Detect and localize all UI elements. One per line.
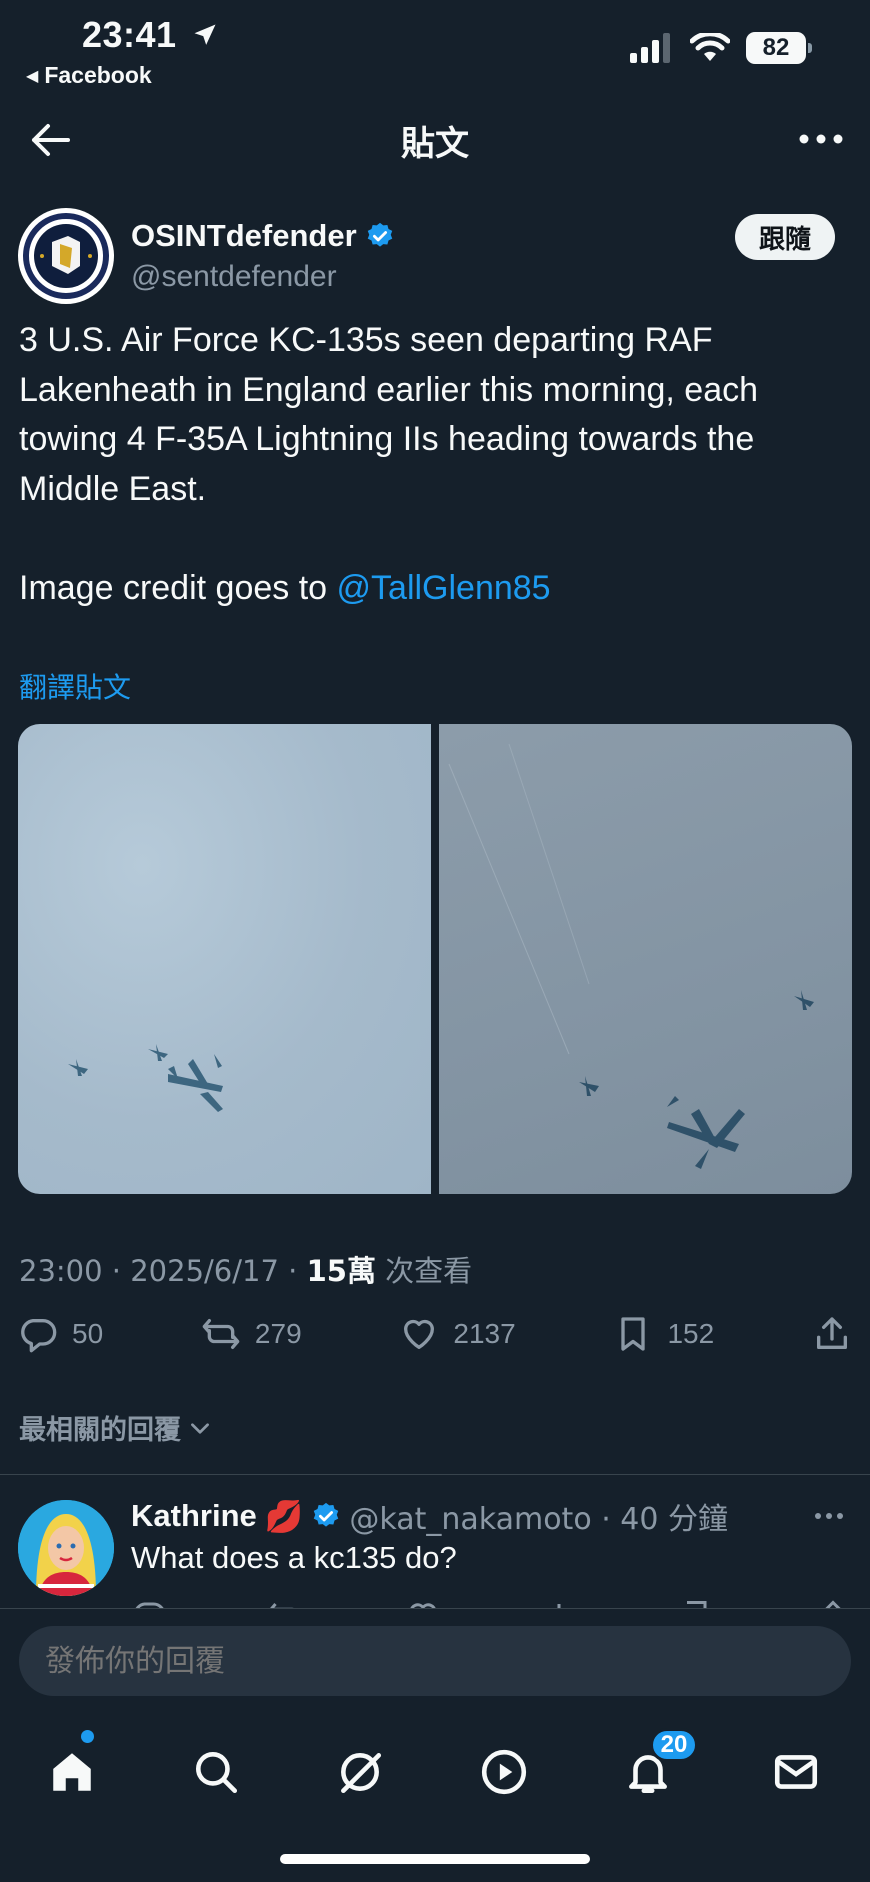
aircraft-silhouettes bbox=[68, 1044, 223, 1112]
views-count: 15萬 bbox=[306, 1254, 376, 1288]
reply-handle-text: @kat_nakamoto bbox=[349, 1502, 592, 1537]
page-title: 貼文 bbox=[401, 125, 469, 163]
verified-icon bbox=[367, 222, 392, 247]
author-name[interactable]: OSINTdefender bbox=[131, 218, 395, 254]
battery-indicator: 82 bbox=[746, 32, 812, 64]
wifi-icon bbox=[690, 33, 730, 61]
aircraft-silhouettes bbox=[448, 743, 814, 1169]
battery-level: 82 bbox=[762, 34, 790, 61]
repost-count: 279 bbox=[254, 1318, 302, 1349]
tab-home[interactable] bbox=[36, 1736, 108, 1808]
tab-messages[interactable] bbox=[760, 1736, 832, 1808]
signal-icon bbox=[630, 33, 670, 63]
reply-sort-label: 最相關的回覆 bbox=[19, 1415, 181, 1446]
status-icons: 82 bbox=[630, 32, 812, 64]
notifications-badge: 20 bbox=[650, 1728, 698, 1762]
media-photo-2[interactable] bbox=[439, 724, 852, 1194]
reply-sort-dropdown[interactable]: 最相關的回覆 bbox=[19, 1408, 213, 1447]
credit-prefix: Image credit goes to bbox=[19, 569, 337, 607]
share-icon bbox=[816, 1317, 847, 1349]
reply-text: What does a kc135 do? bbox=[131, 1540, 457, 1575]
reply-author-emoji: 💋 bbox=[264, 1498, 304, 1534]
reply-avatar[interactable] bbox=[18, 1500, 114, 1596]
reply-avatar-illustration bbox=[18, 1500, 114, 1596]
translate-post-link[interactable]: 翻譯貼文 bbox=[19, 666, 131, 706]
mention-link[interactable]: @TallGlenn85 bbox=[337, 569, 551, 607]
search-icon bbox=[196, 1752, 238, 1794]
bookmark-count: 152 bbox=[667, 1318, 715, 1349]
home-icon bbox=[53, 1753, 91, 1791]
messages-icon bbox=[774, 1755, 818, 1789]
verified-icon bbox=[314, 1502, 339, 1527]
home-unread-dot bbox=[81, 1730, 94, 1743]
section-divider bbox=[0, 1474, 870, 1475]
post-text: 3 U.S. Air Force KC-135s seen departing … bbox=[19, 321, 759, 508]
bookmark-button[interactable]: 152 bbox=[613, 1314, 714, 1354]
video-icon bbox=[481, 1749, 527, 1795]
post-media bbox=[18, 724, 852, 1194]
like-button[interactable]: 2137 bbox=[399, 1314, 516, 1354]
tab-grok[interactable] bbox=[324, 1736, 396, 1808]
grok-icon bbox=[341, 1753, 382, 1794]
post-meta: 23:00 · 2025/6/17 · 15萬 次查看 bbox=[19, 1254, 473, 1288]
share-button[interactable] bbox=[812, 1314, 852, 1354]
bookmark-icon bbox=[621, 1317, 646, 1351]
status-time: 23:41 bbox=[82, 14, 219, 56]
post-time: 23:00 bbox=[19, 1254, 103, 1288]
reply-author-name[interactable]: Kathrine bbox=[131, 1498, 257, 1534]
chevron-down-icon bbox=[191, 1422, 209, 1434]
reply-time: 40 分鐘 bbox=[620, 1502, 729, 1537]
more-icon[interactable] bbox=[796, 124, 846, 154]
back-app-label: Facebook bbox=[44, 62, 152, 88]
reply-more-icon[interactable] bbox=[814, 1504, 844, 1528]
tab-search[interactable] bbox=[180, 1736, 252, 1808]
tab-video[interactable] bbox=[468, 1736, 540, 1808]
author-avatar[interactable] bbox=[18, 208, 114, 304]
back-to-app[interactable]: ◀ Facebook bbox=[26, 62, 152, 89]
author-name-text: OSINTdefender bbox=[131, 218, 357, 253]
reply-compose-input[interactable] bbox=[19, 1626, 851, 1696]
post-actions: 50 279 2137 152 bbox=[18, 1314, 852, 1354]
author-handle[interactable]: @sentdefender bbox=[131, 260, 337, 294]
status-time-text: 23:41 bbox=[82, 14, 177, 55]
post-date: 2025/6/17 bbox=[130, 1254, 279, 1288]
home-indicator bbox=[280, 1854, 590, 1864]
media-photo-1[interactable] bbox=[18, 724, 431, 1194]
views-label: 次查看 bbox=[385, 1254, 473, 1288]
reply-header: Kathrine 💋 @kat_nakamoto · 40 分鐘 bbox=[131, 1494, 728, 1538]
post-credit-line: Image credit goes to @TallGlenn85 bbox=[19, 564, 551, 614]
reply-button[interactable]: 50 bbox=[18, 1314, 103, 1354]
reply-handle[interactable]: @kat_nakamoto · 40 分鐘 bbox=[349, 1494, 728, 1538]
author-logo bbox=[20, 210, 112, 302]
location-arrow-icon bbox=[194, 24, 216, 45]
reply-count: 50 bbox=[72, 1318, 104, 1349]
like-icon bbox=[404, 1319, 435, 1349]
reply-icon bbox=[21, 1319, 57, 1353]
back-triangle-icon: ◀ bbox=[26, 67, 39, 85]
repost-button[interactable]: 279 bbox=[201, 1314, 302, 1354]
follow-button[interactable]: 跟隨 bbox=[735, 214, 835, 260]
repost-icon bbox=[202, 1319, 240, 1349]
like-count: 2137 bbox=[453, 1318, 516, 1349]
